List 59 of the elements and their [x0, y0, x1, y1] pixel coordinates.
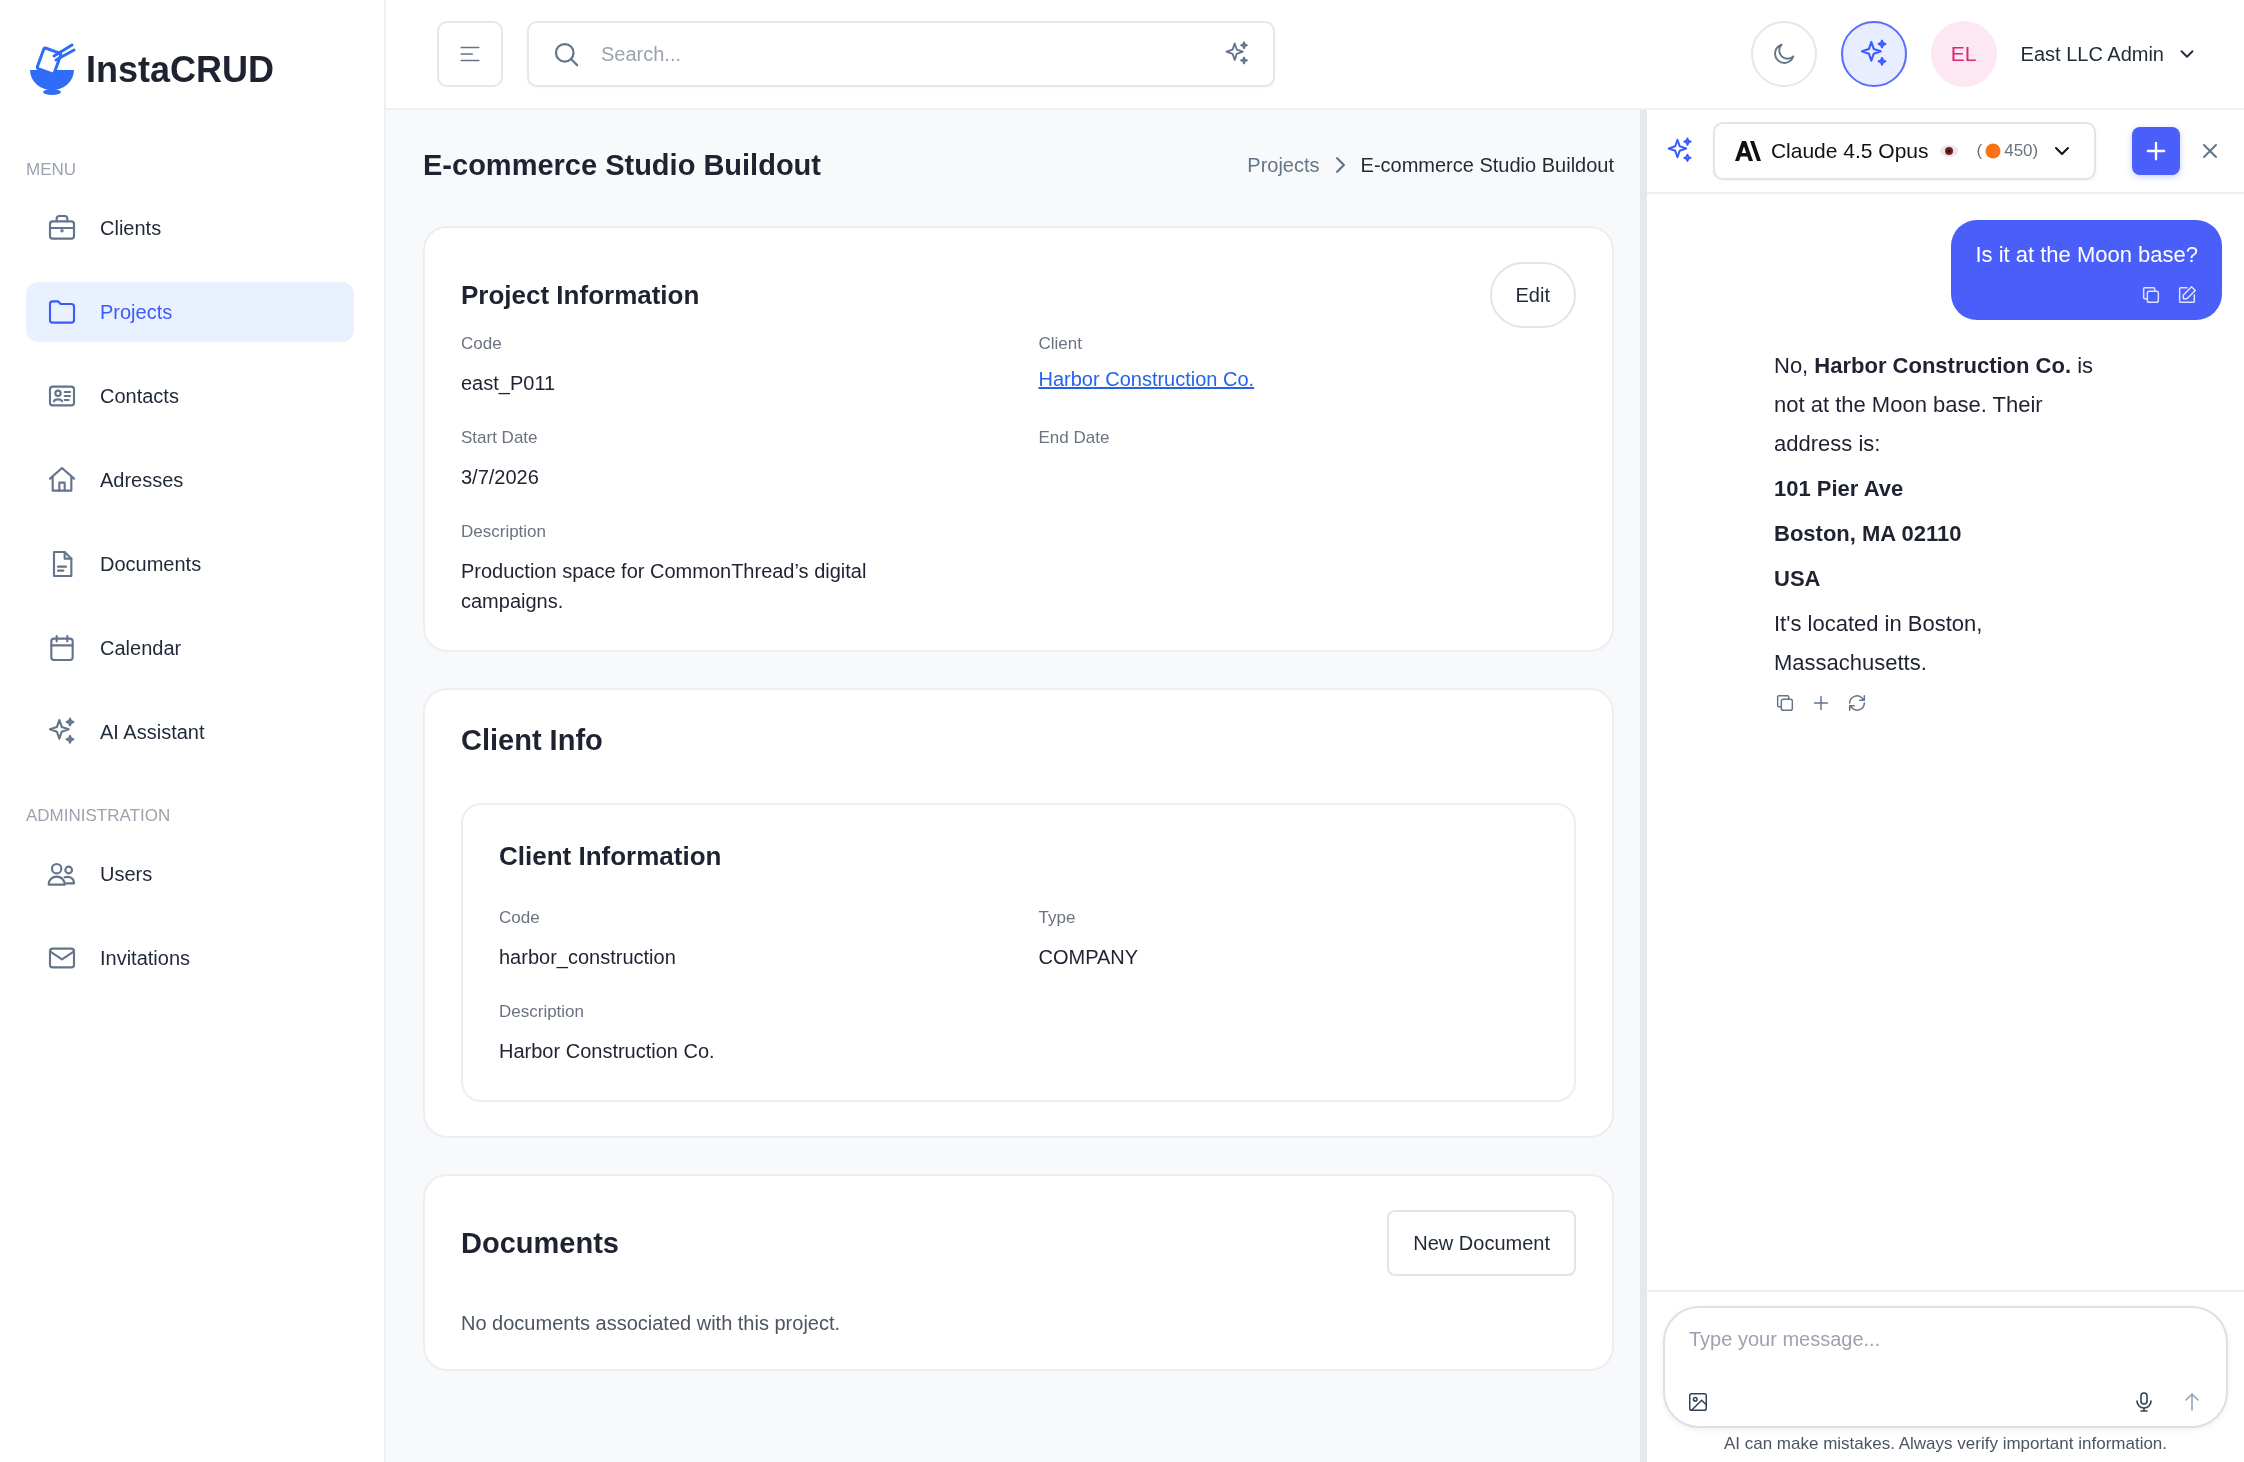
- message-text: No, Harbor Construction Co. is not at the Moon base. Their address is:: [1774, 352, 2095, 458]
- eye-icon: [1938, 144, 1959, 158]
- field-value: 3/7/2026: [461, 465, 540, 490]
- chevron-right-icon: [1335, 157, 1345, 173]
- field-label: Code: [461, 334, 503, 354]
- message-input[interactable]: Type your message...: [1663, 1306, 2228, 1428]
- empty-message: No documents associated with this project.: [461, 1312, 842, 1335]
- field-value: Production space for CommonThread’s digital campaigns.: [461, 559, 868, 614]
- model-logo-icon: [1734, 141, 1761, 161]
- page-title: E-commerce Studio Buildout: [423, 148, 821, 182]
- field-value: east_P011: [461, 371, 557, 397]
- model-selector[interactable]: Claude 4.5 Opus ( 450): [1712, 122, 2097, 180]
- field-label: Description: [499, 1002, 586, 1022]
- new-document-button[interactable]: New Document: [1387, 1210, 1576, 1276]
- nav-item[interactable]: Documents: [26, 534, 354, 594]
- field-label: Type: [1038, 908, 1077, 928]
- section-heading: ADMINISTRATION: [26, 806, 172, 826]
- client-link[interactable]: Harbor Construction Co.: [1038, 368, 1576, 391]
- nav-item[interactable]: Users: [26, 844, 354, 904]
- card-title: Client Info: [461, 724, 604, 757]
- message-text: 101 Pier Ave: [1774, 475, 1905, 503]
- nav-item[interactable]: Projects: [26, 282, 354, 342]
- image-icon: [1687, 1391, 1709, 1413]
- message-text: Boston, MA 02110: [1774, 520, 1963, 548]
- edit-button[interactable]: Edit: [1489, 262, 1576, 328]
- refresh-icon: [1846, 692, 1868, 714]
- field-label: Description: [461, 522, 548, 542]
- card-title: Project Information: [461, 279, 700, 311]
- message-text: USA: [1774, 565, 1822, 593]
- new-chat-button[interactable]: [2132, 127, 2180, 175]
- nav-item[interactable]: Adresses: [26, 450, 354, 510]
- nav-item[interactable]: AI Assistant: [26, 702, 354, 762]
- panel-title: Client Information: [499, 841, 723, 872]
- edit-icon: [2176, 284, 2198, 306]
- copy-icon: [1774, 692, 1796, 714]
- field-label: End Date: [1038, 428, 1111, 448]
- message-text: It's located in Boston, Massachusetts.: [1774, 610, 1984, 677]
- breadcrumb-link[interactable]: Projects: [1247, 153, 1320, 177]
- copy-icon: [2140, 284, 2162, 306]
- field-value: Harbor Construction Co.: [499, 1039, 716, 1064]
- user-avatar: EL: [1930, 21, 1997, 87]
- app-name: InstaCRUD: [86, 49, 274, 91]
- search-field[interactable]: Search...: [527, 21, 1275, 87]
- nav-item[interactable]: Calendar: [26, 618, 354, 678]
- user-menu[interactable]: East LLC Admin: [2014, 41, 2204, 67]
- section-heading: MENU: [26, 160, 78, 180]
- nav-item[interactable]: Contacts: [26, 366, 354, 426]
- card-title: Documents: [461, 1226, 619, 1260]
- breadcrumb-link[interactable]: E-commerce Studio Buildout: [1360, 153, 1614, 177]
- field-label: Start Date: [461, 428, 539, 448]
- disclaimer-text: AI can make mistakes. Always verify important information.: [1723, 1434, 2168, 1454]
- message-text: Is it at the Moon base?: [1975, 242, 2198, 268]
- coin-icon: [1985, 143, 2002, 159]
- field-label: Code: [499, 908, 541, 928]
- field-value: COMPANY: [1038, 945, 1140, 970]
- nav-item[interactable]: Invitations: [26, 928, 354, 988]
- field-label: Client: [1038, 334, 1083, 354]
- field-value: harbor_construction: [499, 945, 677, 971]
- nav-item[interactable]: Clients: [26, 198, 354, 258]
